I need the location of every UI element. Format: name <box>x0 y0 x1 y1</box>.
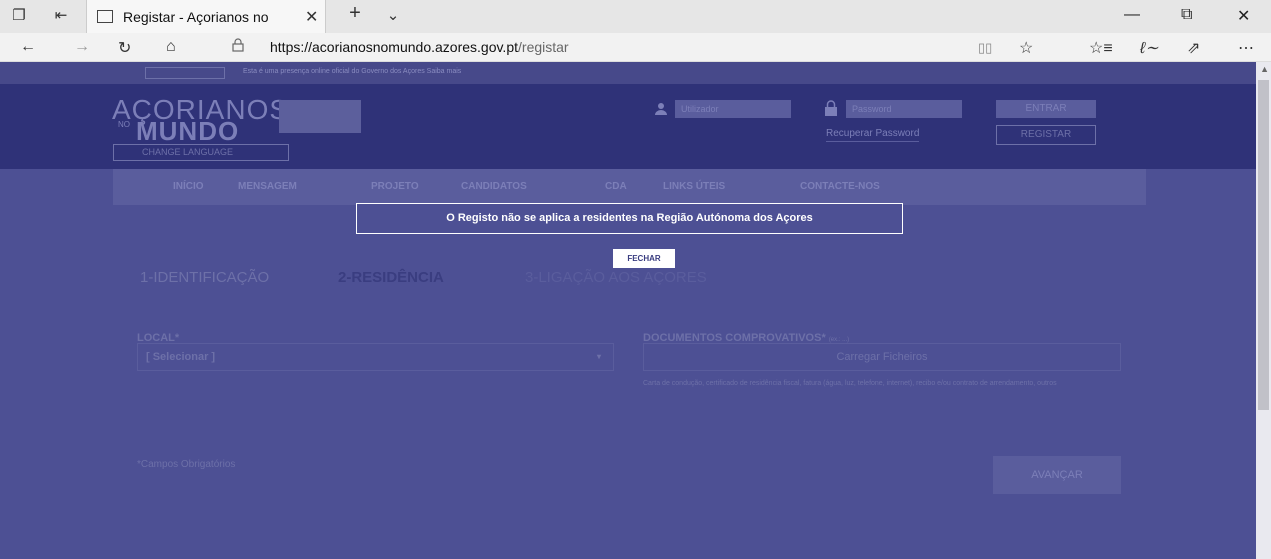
password-input[interactable]: Password <box>846 100 962 118</box>
brand-line2: MUNDO <box>136 116 240 146</box>
pen-icon[interactable]: ℓ∼ <box>1140 38 1159 58</box>
modal-message: O Registo não se aplica a residentes na … <box>356 203 903 234</box>
recover-password-link[interactable]: Recuperar Password <box>826 128 920 142</box>
upload-files-button[interactable]: Carregar Ficheiros <box>643 343 1121 371</box>
government-bar: Esta é uma presença online oficial do Go… <box>0 62 1256 84</box>
browser-tab[interactable]: Registar - Açorianos no ✕ <box>86 0 326 33</box>
user-icon <box>655 103 667 115</box>
favorite-star-icon[interactable]: ☆ <box>1019 38 1033 58</box>
padlock-icon <box>825 100 837 116</box>
nav-item-links-uteis[interactable]: LINKS ÚTEIS <box>663 181 725 192</box>
lock-icon <box>232 38 244 52</box>
nav-item-candidatos[interactable]: CANDIDATOS <box>461 181 527 192</box>
share-icon[interactable]: ⇗ <box>1187 38 1200 58</box>
tab-preview-icon[interactable]: ❐ <box>10 8 28 24</box>
change-language-button[interactable]: CHANGE LANGUAGE <box>113 144 289 161</box>
close-modal-button[interactable]: FECHAR <box>613 249 675 268</box>
scroll-up-icon[interactable]: ▲ <box>1260 64 1269 74</box>
restore-icon[interactable]: ⧉ <box>1181 6 1192 24</box>
government-bar-text: Esta é uma presença online oficial do Go… <box>243 68 462 75</box>
login-button[interactable]: ENTRAR <box>996 100 1096 118</box>
local-select[interactable]: [ Selecionar ] ▾ <box>137 343 614 371</box>
government-logo <box>145 67 225 79</box>
address-bar: ← → ↻ ⌂ https://acorianosnomundo.azores.… <box>0 33 1271 62</box>
brand-no: NO <box>118 120 130 129</box>
local-select-value: [ Selecionar ] <box>146 351 216 363</box>
register-button[interactable]: REGISTAR <box>996 125 1096 145</box>
forward-icon[interactable]: → <box>74 38 90 56</box>
nav-item-inicio[interactable]: INÍCIO <box>173 181 204 192</box>
close-tab-icon[interactable]: ✕ <box>305 7 318 27</box>
more-icon[interactable]: ⋯ <box>1238 38 1254 58</box>
nav-item-projeto[interactable]: PROJETO <box>371 181 419 192</box>
url-host: https://acorianosnomundo.azores.gov.pt <box>270 39 519 55</box>
page-viewport: Esta é uma presença online oficial do Go… <box>0 62 1271 559</box>
page-icon <box>97 10 113 23</box>
nav-item-cda[interactable]: CDA <box>605 181 627 192</box>
url-path: /registar <box>518 39 569 55</box>
url-field[interactable]: https://acorianosnomundo.azores.gov.pt/r… <box>258 36 938 58</box>
tab-title: Registar - Açorianos no <box>123 9 269 25</box>
required-fields-note: *Campos Obrigatórios <box>137 459 236 470</box>
nav-item-contacte-nos[interactable]: CONTACTE-NOS <box>800 181 880 192</box>
step-residencia: 2-RESIDÊNCIA <box>338 269 444 286</box>
back-icon[interactable]: ← <box>20 38 36 56</box>
vertical-scrollbar[interactable]: ▲ <box>1256 62 1271 559</box>
next-button[interactable]: AVANÇAR <box>993 456 1121 494</box>
tab-bar: ❐ ⇤ Registar - Açorianos no ✕ + ⌄ — ⧉ ✕ <box>0 0 1271 33</box>
tab-list-chevron-icon[interactable]: ⌄ <box>384 8 402 24</box>
site-header: AÇORIANOS NO MUNDO CHANGE LANGUAGE Utili… <box>0 84 1256 169</box>
azores-map-logo <box>279 100 361 133</box>
refresh-icon[interactable]: ↻ <box>118 38 131 58</box>
username-input[interactable]: Utilizador <box>675 100 791 118</box>
minimize-icon[interactable]: — <box>1124 6 1140 24</box>
new-tab-icon[interactable]: + <box>346 3 364 23</box>
favorites-hub-icon[interactable]: ☆≡ <box>1089 38 1113 58</box>
close-window-icon[interactable]: ✕ <box>1237 6 1250 26</box>
home-icon[interactable]: ⌂ <box>166 38 176 56</box>
nav-item-mensagem[interactable]: MENSAGEM <box>238 181 297 192</box>
documents-help-text: Carta de condução, certificado de residê… <box>643 380 1057 387</box>
scrollbar-thumb[interactable] <box>1258 80 1269 410</box>
step-identificacao[interactable]: 1-IDENTIFICAÇÃO <box>140 269 269 286</box>
set-aside-tabs-icon[interactable]: ⇤ <box>52 8 70 24</box>
reading-view-icon[interactable]: ▯▯ <box>978 40 992 56</box>
main-nav: INÍCIO MENSAGEM PROJETO CANDIDATOS CDA L… <box>113 169 1146 205</box>
step-ligacao-acores[interactable]: 3-LIGAÇÃO AOS AÇORES <box>525 269 707 286</box>
chevron-down-icon: ▾ <box>596 352 601 361</box>
